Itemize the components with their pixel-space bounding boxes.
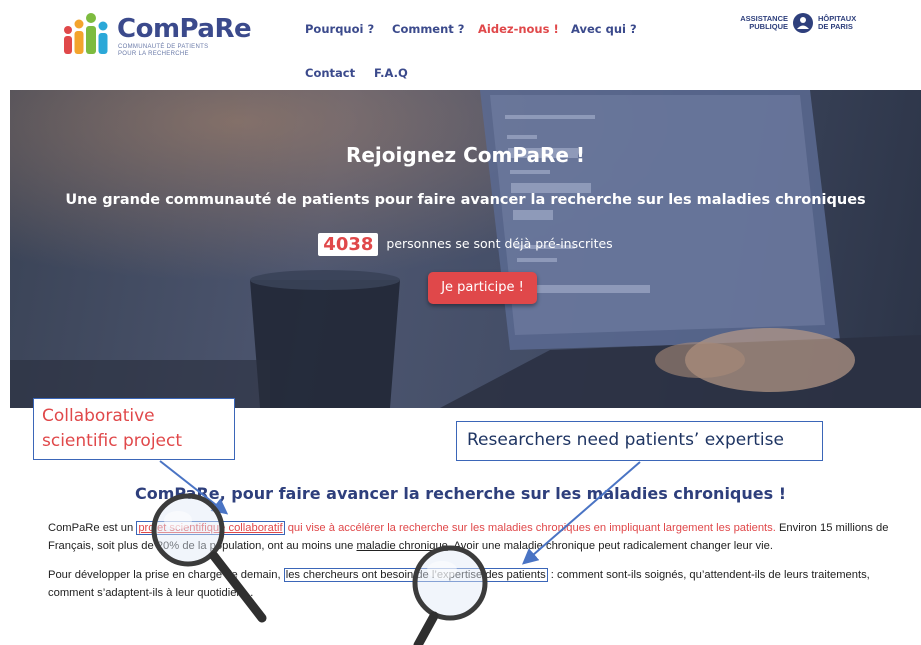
aphp-line2: PUBLIQUE (749, 22, 788, 31)
nav-comment[interactable]: Comment ? (392, 22, 464, 36)
researchers-expertise-highlight: les chercheurs ont besoin de l’expertise… (283, 568, 548, 582)
signup-count-text: personnes se sont déjà pré-inscrites (386, 236, 613, 251)
nav-faq[interactable]: F.A.Q (374, 66, 408, 80)
nav-aidez-nous[interactable]: Aidez-nous ! (478, 22, 559, 36)
nav-pourquoi[interactable]: Pourquoi ? (305, 22, 374, 36)
nav-contact[interactable]: Contact (305, 66, 355, 80)
nav-avec-qui[interactable]: Avec qui ? (571, 22, 637, 36)
p2-text-a: Pour développer la prise en charge de de… (48, 569, 284, 581)
hero-title: Rejoignez ComPaRe ! (345, 143, 586, 167)
p1-text-d: . Avoir une maladie chronique peut radic… (447, 540, 773, 552)
chronic-disease-link[interactable]: maladie chronique (356, 540, 447, 552)
people-logo-icon (64, 13, 108, 54)
aphp-logo[interactable]: ASSISTANCE PUBLIQUE HÔPITAUX DE PARIS (740, 12, 870, 38)
logo-tagline-line2: POUR LA RECHERCHE (118, 51, 189, 57)
logo-name: ComPaRe (117, 14, 252, 44)
collaborative-project-link[interactable]: projet scientifique collaboratif (136, 521, 285, 535)
section-title: ComPaRe, pour faire avancer la recherche… (134, 484, 787, 503)
callout-left-line2: scientific project (42, 431, 183, 451)
callout-researchers-expertise: Researchers need patients’ expertise (456, 421, 823, 461)
p1-text-a: ComPaRe est un (48, 522, 137, 534)
signup-counter-row: 4038 personnes se sont déjà pré-inscrite… (10, 233, 921, 256)
signup-count-badge: 4038 (318, 233, 379, 256)
hero-banner: Rejoignez ComPaRe ! Une grande communaut… (10, 90, 921, 408)
logo-tagline: COMMUNAUTÉ DE PATIENTS POUR LA RECHERCHE (118, 44, 208, 58)
aphp-line4: DE PARIS (818, 22, 853, 31)
aphp-emblem-icon (793, 13, 813, 33)
expertise-paragraph: Pour développer la prise en charge de de… (48, 566, 908, 602)
callout-left-line1: Collaborative (42, 406, 155, 426)
p1-text-b: qui vise à accélérer la recherche sur le… (284, 522, 776, 534)
hero-subtitle: Une grande communauté de patients pour f… (65, 192, 866, 208)
site-header: ComPaRe COMMUNAUTÉ DE PATIENTS POUR LA R… (0, 0, 921, 90)
logo-tagline-line1: COMMUNAUTÉ DE PATIENTS (118, 44, 209, 50)
compare-logo[interactable]: ComPaRe COMMUNAUTÉ DE PATIENTS POUR LA R… (62, 10, 252, 60)
callout-collaborative-project: Collaborative scientific project (33, 398, 235, 460)
participate-button[interactable]: Je participe ! (428, 272, 537, 304)
intro-paragraph: ComPaRe est un projet scientifique colla… (48, 519, 908, 555)
